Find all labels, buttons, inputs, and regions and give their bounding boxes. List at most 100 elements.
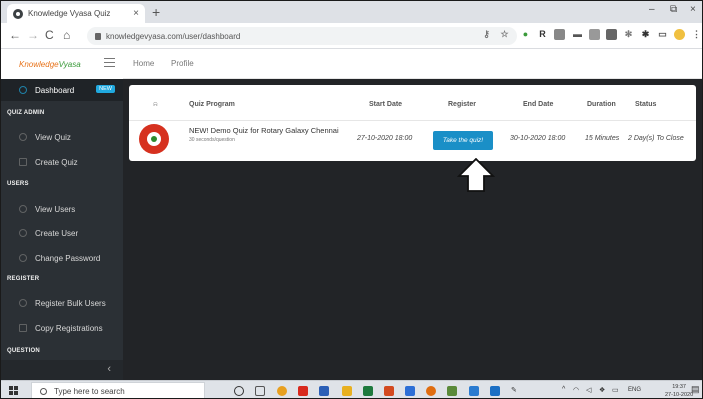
browser-tab-bar: Knowledge Vyasa Quiz × + – ⧉ ×: [1, 1, 702, 23]
column-header-duration: Duration: [587, 101, 616, 108]
notification-icon[interactable]: ▤: [691, 384, 700, 395]
chevron-left-icon: ‹: [107, 363, 111, 375]
extension-square-icon[interactable]: [606, 29, 617, 40]
excel-icon[interactable]: [363, 386, 373, 396]
back-icon[interactable]: ←: [9, 28, 21, 42]
hamburger-menu-icon[interactable]: [104, 58, 115, 67]
sidebar-item-copy-registrations[interactable]: Copy Registrations: [1, 317, 123, 339]
chrome-taskbar-icon[interactable]: [277, 386, 287, 396]
screen: Knowledge Vyasa Quiz × + – ⧉ × ← → C ⌂ k…: [0, 0, 703, 399]
edge-icon[interactable]: [490, 386, 500, 396]
mail-icon[interactable]: [469, 386, 479, 396]
quiz-title: NEW! Demo Quiz for Rotary Galaxy Chennai: [189, 126, 339, 135]
pen-icon[interactable]: ✎: [511, 386, 517, 394]
volume-icon[interactable]: ◁: [586, 386, 591, 394]
bell-icon: ⍾: [153, 101, 158, 108]
extension-box-icon[interactable]: [554, 29, 565, 40]
reload-icon[interactable]: C: [45, 28, 54, 42]
taskbar-search-placeholder: Type here to search: [54, 386, 125, 396]
language-indicator[interactable]: ENG: [628, 387, 641, 393]
firefox-icon[interactable]: [426, 386, 436, 396]
user-icon: [19, 205, 27, 213]
sidebar-collapse-button[interactable]: ‹: [1, 360, 123, 380]
status: 2 Day(s) To Close: [628, 135, 684, 142]
tray-chevron-up-icon[interactable]: ^: [562, 386, 565, 393]
start-date: 27-10-2020 18:00: [357, 135, 413, 142]
sidebar: Dashboard NEW QUIZ ADMIN View Quiz Creat…: [1, 79, 123, 380]
section-heading-quiz-admin: QUIZ ADMIN: [7, 110, 45, 116]
extension-leaf-icon[interactable]: ●: [520, 29, 531, 40]
column-header-end-date: End Date: [523, 101, 554, 108]
extension-gear-icon[interactable]: ✻: [623, 29, 634, 40]
app-icon[interactable]: [447, 386, 457, 396]
windows-start-icon[interactable]: [9, 386, 19, 396]
column-header-register: Register: [448, 101, 477, 108]
chrome-favicon-icon: [13, 8, 23, 19]
clock-time: 19:37: [672, 384, 686, 390]
tab-close-icon[interactable]: ×: [133, 8, 139, 19]
column-header-quiz-program: Quiz Program: [189, 101, 235, 108]
quiz-subtitle: 30 seconds/question: [189, 137, 235, 143]
nav-home-link[interactable]: Home: [133, 59, 154, 68]
restore-icon[interactable]: ⧉: [670, 4, 677, 15]
sidebar-item-change-password[interactable]: Change Password: [1, 247, 123, 269]
acrobat-icon[interactable]: [298, 386, 308, 396]
powerpoint-icon[interactable]: [384, 386, 394, 396]
quiz-table-card: ⍾ Quiz Program Start Date Register End D…: [129, 85, 696, 161]
url-text: knowledgevyasa.com/user/dashboard: [106, 31, 241, 41]
sidebar-item-view-users[interactable]: View Users: [1, 198, 123, 220]
url-field[interactable]: knowledgevyasa.com/user/dashboard: [87, 27, 517, 45]
browser-menu-icon[interactable]: ⋮: [691, 29, 702, 40]
home-icon[interactable]: ⌂: [63, 28, 70, 42]
star-icon[interactable]: ☆: [499, 29, 510, 40]
extension-r-icon[interactable]: R: [537, 29, 548, 40]
sidebar-item-label: View Users: [35, 204, 76, 214]
keyboard-icon[interactable]: ▭: [612, 386, 619, 394]
store-icon[interactable]: [405, 386, 415, 396]
end-date: 30-10-2020 18:00: [510, 135, 566, 142]
word-icon[interactable]: [319, 386, 329, 396]
nav-profile-link[interactable]: Profile: [171, 59, 194, 68]
duration: 15 Minutes: [585, 135, 620, 142]
new-tab-icon[interactable]: +: [152, 4, 160, 20]
cortana-icon[interactable]: [234, 386, 244, 396]
sidebar-item-register-bulk-users[interactable]: Register Bulk Users: [1, 292, 123, 314]
window-close-icon[interactable]: ×: [690, 4, 696, 15]
network-icon[interactable]: ◠: [573, 386, 579, 394]
sidebar-item-create-user[interactable]: Create User: [1, 222, 123, 244]
tab-title: Knowledge Vyasa Quiz: [28, 9, 111, 18]
windows-taskbar: Type here to search ✎ ^ ◠ ◁ ❖ ▭ ENG 19:3…: [1, 380, 702, 398]
task-view-icon[interactable]: [255, 386, 265, 396]
app-header: Knowledge Vyasa Home Profile: [1, 49, 702, 79]
take-quiz-button[interactable]: Take the quiz!: [433, 131, 493, 150]
minimize-icon[interactable]: –: [649, 4, 655, 15]
table-header: ⍾ Quiz Program Start Date Register End D…: [129, 85, 696, 121]
reading-list-icon[interactable]: ▭: [657, 29, 668, 40]
extension-grid-icon[interactable]: [589, 29, 600, 40]
lock-icon: [95, 32, 101, 40]
profile-avatar-icon[interactable]: [674, 29, 685, 40]
sidebar-item-label: Change Password: [35, 253, 101, 263]
brand-name-part2: Vyasa: [58, 59, 81, 69]
sidebar-item-dashboard[interactable]: Dashboard NEW: [1, 79, 123, 101]
extension-dash-icon[interactable]: ▬: [572, 29, 583, 40]
forward-icon[interactable]: →: [27, 28, 39, 42]
file-explorer-icon[interactable]: [342, 386, 352, 396]
column-header-status: Status: [635, 101, 657, 108]
taskbar-search-field[interactable]: Type here to search: [31, 382, 205, 398]
copy-icon: [19, 324, 27, 332]
extensions-puzzle-icon[interactable]: ✱: [640, 29, 651, 40]
key-icon[interactable]: ⚷: [481, 29, 492, 40]
sidebar-item-view-quiz[interactable]: View Quiz: [1, 126, 123, 148]
clock[interactable]: 19:37 27-10-2020: [665, 383, 693, 398]
dropbox-icon[interactable]: ❖: [599, 386, 605, 394]
user-icon: [19, 229, 27, 237]
user-icon: [19, 254, 27, 262]
sidebar-item-label: Dashboard: [35, 85, 75, 95]
new-badge: NEW: [96, 85, 115, 93]
address-bar-row: ← → C ⌂ knowledgevyasa.com/user/dashboar…: [1, 23, 702, 49]
sidebar-item-create-quiz[interactable]: Create Quiz: [1, 151, 123, 173]
browser-tab[interactable]: Knowledge Vyasa Quiz ×: [7, 4, 145, 23]
column-header-start-date: Start Date: [369, 101, 403, 108]
section-heading-question: QUESTION: [7, 348, 40, 354]
